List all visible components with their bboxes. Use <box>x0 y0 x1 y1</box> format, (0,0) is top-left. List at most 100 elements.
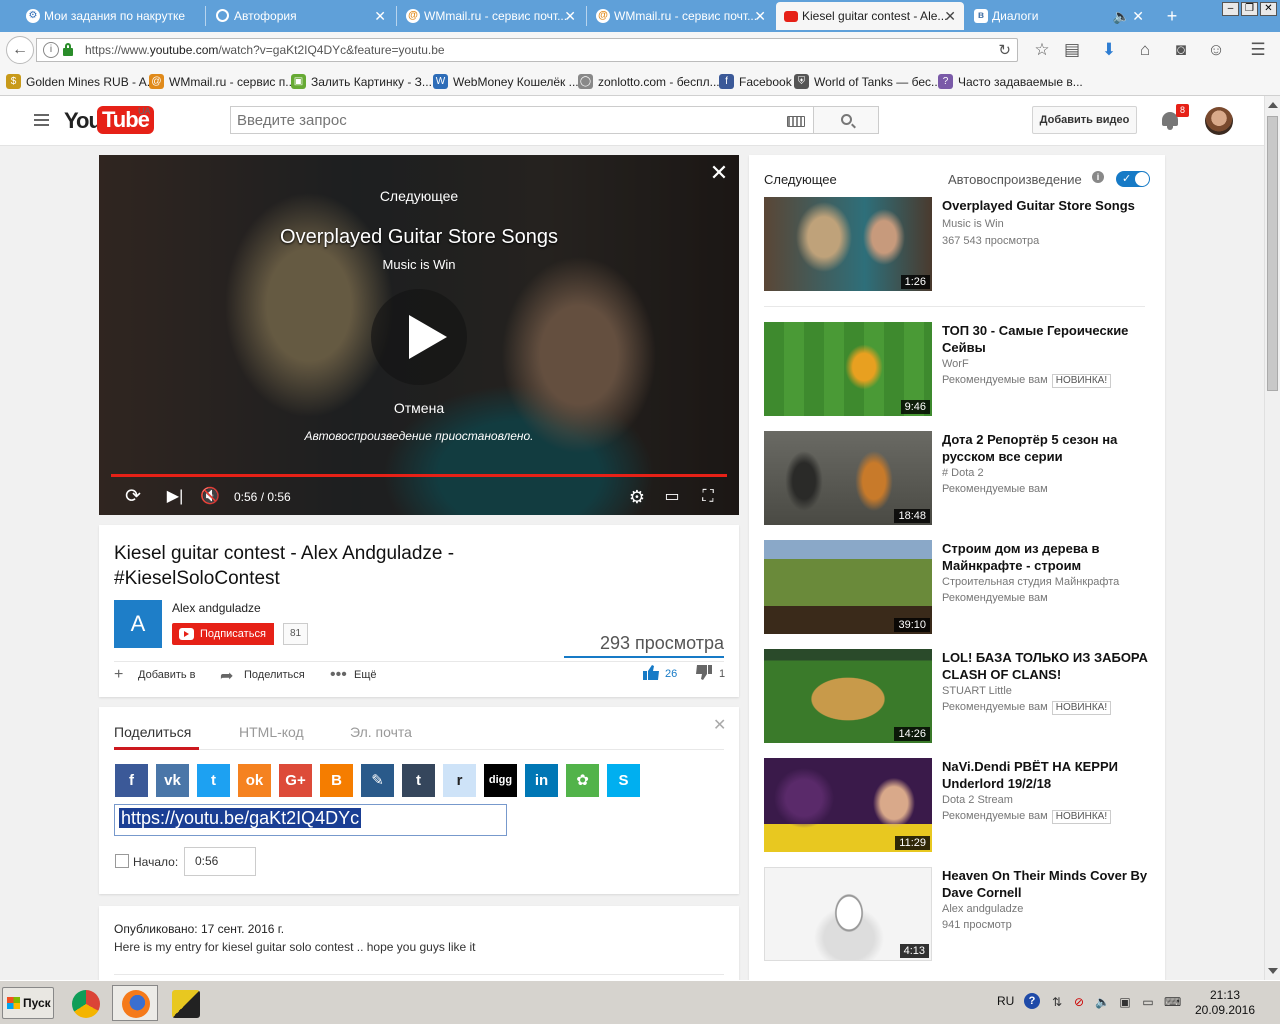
share-odnoklassniki-icon[interactable]: ok <box>238 764 271 797</box>
reload-icon[interactable]: ↻ <box>998 41 1011 59</box>
close-icon[interactable]: ✕ <box>1132 2 1144 30</box>
video-title[interactable]: Строим дом из дерева в Майнкрафте - стро… <box>942 540 1152 574</box>
download-icon[interactable]: ⬇ <box>1098 40 1120 60</box>
video-player[interactable]: Следующее Overplayed Guitar Store Songs … <box>99 155 739 515</box>
video-title[interactable]: Дота 2 Репортёр 5 сезон на русском все с… <box>942 431 1152 465</box>
taskbar-firefox[interactable] <box>112 985 158 1021</box>
bookmark-2[interactable]: ▣ Залить Картинку - З... <box>291 74 432 89</box>
related-video-6[interactable]: 4:13 Heaven On Their Minds Cover By Dave… <box>764 867 1154 961</box>
autoplay-toggle[interactable]: ✓ <box>1116 171 1150 187</box>
close-icon[interactable]: ✕ <box>374 2 386 30</box>
cancel-autoplay-button[interactable]: Отмена <box>99 400 739 416</box>
fullscreen-icon[interactable]: ⛶ <box>696 485 720 509</box>
tray-volume-icon[interactable]: 🔈 <box>1095 995 1110 1009</box>
scroll-down-arrow-icon[interactable] <box>1268 968 1278 974</box>
search-box[interactable] <box>230 106 814 134</box>
video-title[interactable]: NaVi.Dendi РВЁТ НА КЕРРИ Underlord 19/2/… <box>942 758 1152 792</box>
video-thumbnail[interactable]: 9:46 <box>764 322 932 416</box>
maximize-button[interactable]: ❐ <box>1241 2 1258 16</box>
bookmark-7[interactable]: ? Часто задаваемые в... <box>938 74 1083 89</box>
subscribe-button[interactable]: Подписаться <box>172 623 274 645</box>
bookmark-0[interactable]: $ Golden Mines RUB - A... <box>6 74 157 89</box>
like-button[interactable]: 26 <box>643 665 677 680</box>
related-video-3[interactable]: 39:10 Строим дом из дерева в Майнкрафте … <box>764 540 1154 634</box>
replay-icon[interactable]: ⟳ <box>121 485 145 509</box>
share-linkedin-icon[interactable]: in <box>525 764 558 797</box>
video-thumbnail[interactable]: 14:26 <box>764 649 932 743</box>
video-thumbnail[interactable]: 4:13 <box>764 867 932 961</box>
start-button[interactable]: Пуск <box>2 987 54 1019</box>
menu-icon[interactable]: ☰ <box>1247 40 1269 60</box>
share-button[interactable]: ➦ Поделиться <box>220 668 305 685</box>
share-tumblr-icon[interactable]: t <box>402 764 435 797</box>
star-icon[interactable]: ☆ <box>1031 40 1053 60</box>
bookmark-6[interactable]: ⛨ World of Tanks — бес... <box>794 74 941 89</box>
browser-tab-5[interactable]: в Диалоги 🔈 ✕ <box>966 2 1152 30</box>
share-digg-icon[interactable]: digg <box>484 764 517 797</box>
bookmark-3[interactable]: W WebMoney Кошелёк ... <box>433 74 579 89</box>
close-icon[interactable]: ✕ <box>713 715 726 735</box>
theater-mode-icon[interactable]: ▭ <box>660 485 684 509</box>
share-reddit-icon[interactable]: r <box>443 764 476 797</box>
close-icon[interactable]: ✕ <box>944 2 956 30</box>
share-mixi-icon[interactable]: ✿ <box>566 764 599 797</box>
video-thumbnail[interactable]: 1:26 <box>764 197 932 291</box>
share-blogger-icon[interactable]: B <box>320 764 353 797</box>
search-input[interactable] <box>237 112 757 129</box>
close-icon[interactable]: ✕ <box>754 2 766 30</box>
bookmark-1[interactable]: @ WMmail.ru - сервис п... <box>149 74 295 89</box>
help-icon[interactable]: ? <box>1024 993 1040 1009</box>
dislike-button[interactable]: 1 <box>695 665 725 680</box>
video-title[interactable]: LOL! БАЗА ТОЛЬКО ИЗ ЗАБОРА CLASH OF CLAN… <box>942 649 1152 683</box>
video-thumbnail[interactable]: 39:10 <box>764 540 932 634</box>
language-indicator[interactable]: RU <box>997 994 1014 1008</box>
scrollbar-thumb[interactable] <box>1267 116 1278 391</box>
reading-list-icon[interactable]: ▤ <box>1061 40 1083 60</box>
share-skype-icon[interactable]: S <box>607 764 640 797</box>
share-facebook-icon[interactable]: f <box>115 764 148 797</box>
video-title[interactable]: Overplayed Guitar Store Songs <box>942 197 1152 214</box>
tray-keyboard-icon[interactable]: ⌨ <box>1164 995 1181 1009</box>
browser-tab-3[interactable]: @ WMmail.ru - сервис почт... ✕ <box>588 2 774 30</box>
keyboard-icon[interactable] <box>787 116 805 127</box>
close-icon[interactable]: ✕ <box>564 2 576 30</box>
youtube-logo[interactable]: You Tube UA <box>64 106 154 136</box>
start-time-input[interactable]: 0:56 <box>184 847 256 876</box>
tray-arrows-icon[interactable]: ⇅ <box>1050 995 1064 1009</box>
share-vkontakte-icon[interactable]: vk <box>156 764 189 797</box>
play-next-button[interactable] <box>371 289 467 385</box>
next-icon[interactable]: ▶| <box>163 485 187 509</box>
mute-icon[interactable]: 🔇 <box>198 485 222 509</box>
channel-name[interactable]: Alex andguladze <box>172 601 261 615</box>
page-scrollbar[interactable] <box>1264 96 1280 980</box>
back-button[interactable]: ← <box>6 36 34 64</box>
chat-icon[interactable]: ☺ <box>1205 40 1227 60</box>
new-tab-button[interactable]: + <box>1162 6 1182 26</box>
related-video-0[interactable]: 1:26 Overplayed Guitar Store Songs Music… <box>764 197 1154 291</box>
tray-antivirus-icon[interactable]: ⊘ <box>1072 995 1086 1009</box>
tray-network-icon[interactable]: ▣ <box>1118 995 1132 1009</box>
settings-gear-icon[interactable]: ⚙ <box>625 485 649 509</box>
bookmark-5[interactable]: f Facebook <box>719 74 792 89</box>
share-google-plus-icon[interactable]: G+ <box>279 764 312 797</box>
related-video-5[interactable]: 11:29 NaVi.Dendi РВЁТ НА КЕРРИ Underlord… <box>764 758 1154 852</box>
share-twitter-icon[interactable]: t <box>197 764 230 797</box>
up-next-title[interactable]: Overplayed Guitar Store Songs <box>99 226 739 249</box>
guide-menu-icon[interactable] <box>34 114 49 126</box>
related-video-2[interactable]: 18:48 Дота 2 Репортёр 5 сезон на русском… <box>764 431 1154 525</box>
tray-display-icon[interactable]: ▭ <box>1141 995 1155 1009</box>
browser-tab-2[interactable]: @ WMmail.ru - сервис почт... ✕ <box>398 2 584 30</box>
speaker-icon[interactable]: 🔈 <box>1113 2 1130 30</box>
bookmark-4[interactable]: ◯ zonlotto.com - беспл... <box>578 74 720 89</box>
browser-tab-1[interactable]: Автофория ✕ <box>208 2 394 30</box>
info-icon[interactable]: i <box>43 42 59 58</box>
pocket-icon[interactable]: ◙ <box>1170 40 1192 60</box>
related-video-1[interactable]: 9:46 ТОП 30 - Самые Героические Сейвы Wo… <box>764 322 1154 416</box>
video-thumbnail[interactable]: 18:48 <box>764 431 932 525</box>
account-avatar[interactable] <box>1205 107 1233 135</box>
window-close-button[interactable]: ✕ <box>1260 2 1277 16</box>
tab-share[interactable]: Поделиться <box>114 724 191 740</box>
search-button[interactable] <box>813 106 879 134</box>
scroll-up-arrow-icon[interactable] <box>1268 102 1278 108</box>
minimize-button[interactable]: – <box>1222 2 1239 16</box>
